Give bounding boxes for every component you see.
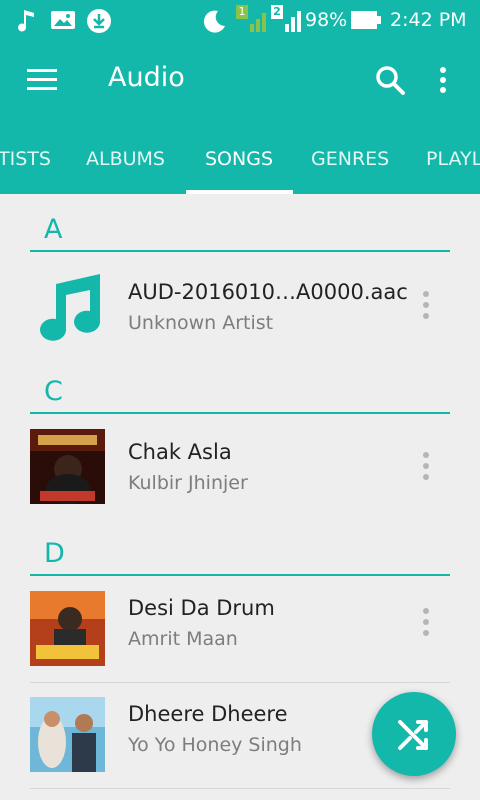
tab-playlists[interactable]: PLAYL [426,148,480,170]
tab-bar: TISTS ALBUMS SONGS GENRES PLAYL [0,122,480,194]
tab-genres[interactable]: GENRES [311,148,389,170]
tab-artists[interactable]: TISTS [0,148,51,170]
shuffle-icon [398,720,428,750]
more-vert-icon[interactable] [414,286,438,326]
section-divider [30,574,450,576]
song-artist: Yo Yo Honey Singh [128,734,302,756]
page-title: Audio [108,62,185,93]
album-art [30,591,105,666]
music-note-icon [30,266,105,341]
app-toolbar: Audio [0,40,480,122]
tab-songs[interactable]: SONGS [205,148,273,170]
album-art [30,429,105,504]
status-bar: 1 2 98% 2:42 PM [0,0,480,40]
song-artist: Amrit Maan [128,628,238,650]
battery-percent: 98% [305,9,348,31]
song-row[interactable]: Desi Da Drum Amrit Maan [0,591,480,691]
song-title: AUD-2016010…A0000.aac [128,280,408,304]
song-title: Dheere Dheere [128,702,288,726]
search-icon[interactable] [374,64,406,96]
section-header-d: D [44,538,65,569]
battery-icon [351,11,381,29]
section-header-c: C [44,376,63,407]
moon-icon [203,10,225,33]
clock: 2:42 PM [390,9,467,31]
song-artist: Kulbir Jhinjer [128,472,248,494]
section-divider [30,250,450,252]
song-artist: Unknown Artist [128,312,274,334]
more-vert-icon[interactable] [414,447,438,487]
signal-icon-2 [285,11,301,32]
row-divider [30,682,450,683]
song-row[interactable]: AUD-2016010…A0000.aac Unknown Artist [0,266,480,366]
music-note-icon [18,10,34,32]
signal-icon [250,13,266,32]
shuffle-button[interactable] [372,692,456,776]
song-title: Chak Asla [128,440,232,464]
section-header-a: A [44,214,63,245]
more-vert-icon[interactable] [436,65,450,95]
tab-albums[interactable]: ALBUMS [86,148,165,170]
row-divider [30,788,450,789]
menu-icon[interactable] [27,68,57,92]
image-icon [51,11,75,29]
song-row[interactable]: Chak Asla Kulbir Jhinjer [0,429,480,529]
more-vert-icon[interactable] [414,603,438,643]
download-icon [87,9,111,33]
song-title: Desi Da Drum [128,596,275,620]
album-art [30,697,105,772]
section-divider [30,412,450,414]
